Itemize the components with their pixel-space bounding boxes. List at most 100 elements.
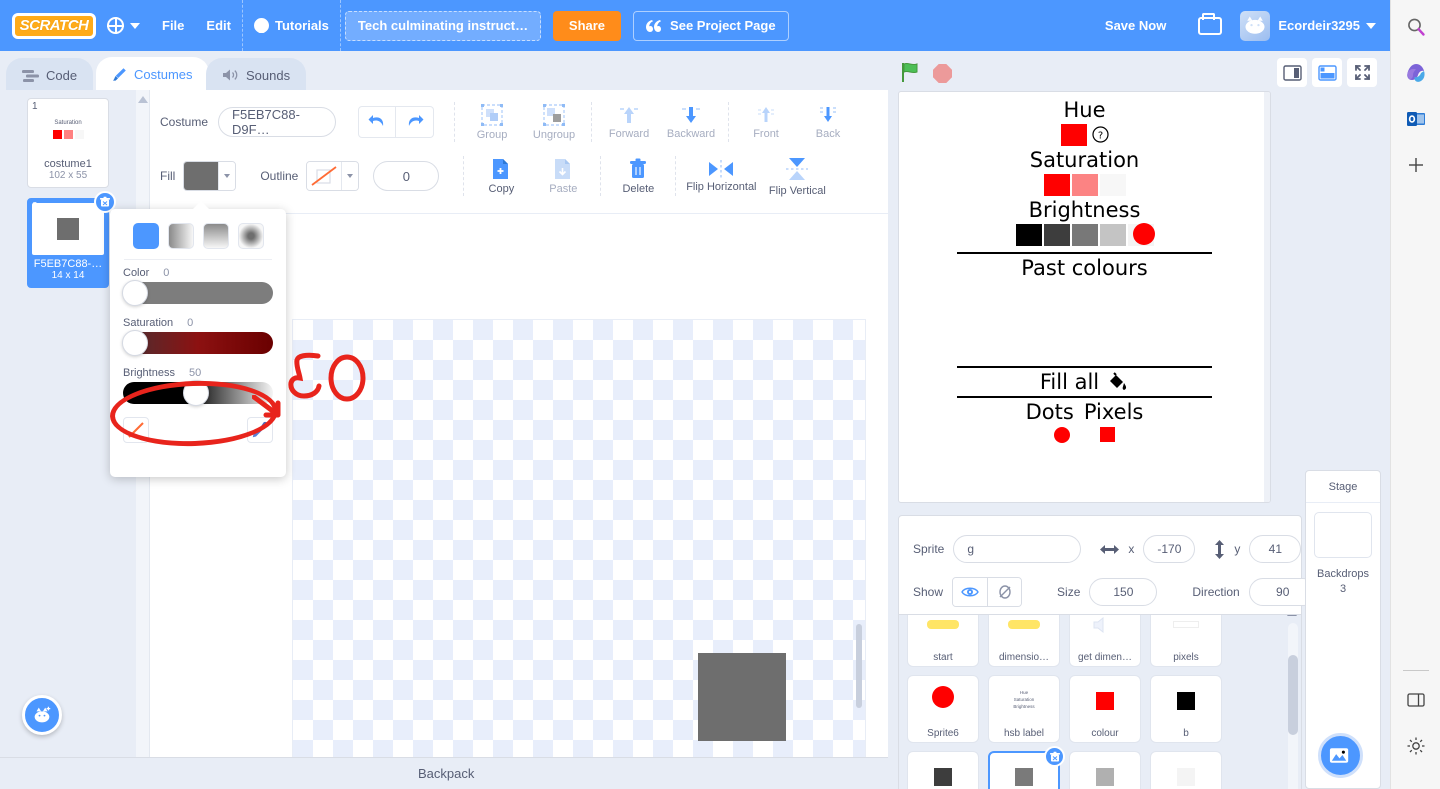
costume-item-1[interactable]: 1 Saturation costume1 102 x 55	[27, 98, 109, 188]
stop-icon[interactable]	[933, 64, 952, 83]
redo-button[interactable]	[396, 106, 434, 138]
sprite-list-scrollbar[interactable]	[1288, 623, 1298, 789]
sprite-item[interactable]: start	[907, 615, 979, 667]
tutorials-menu[interactable]: Tutorials	[243, 0, 340, 51]
group-button[interactable]: Group	[461, 104, 523, 141]
paste-button[interactable]: Paste	[532, 158, 594, 195]
plus-icon[interactable]	[1401, 150, 1431, 180]
sprite-item[interactable]: Sprite6	[907, 675, 979, 743]
sprite-name-input[interactable]: g	[953, 535, 1081, 563]
hue-swatch[interactable]	[1061, 124, 1087, 146]
sprite-item[interactable]: dg	[907, 751, 979, 789]
brightness-swatch-dark-gray[interactable]	[1044, 224, 1070, 246]
no-fill-button[interactable]	[123, 417, 149, 443]
brightness-swatch-gray[interactable]	[1072, 224, 1098, 246]
delete-button[interactable]: Delete	[607, 158, 669, 195]
size-input[interactable]: 150	[1089, 578, 1157, 606]
project-title-input[interactable]: Tech culminating instruct…	[345, 11, 541, 41]
copilot-icon[interactable]	[1401, 58, 1431, 88]
fill-mode-horizontal-gradient[interactable]	[168, 223, 194, 249]
gear-icon[interactable]	[1401, 731, 1431, 761]
show-on-button[interactable]	[953, 578, 987, 606]
folder-icon[interactable]	[1198, 17, 1222, 35]
saturation-slider-handle[interactable]	[122, 330, 148, 356]
share-button[interactable]: Share	[553, 11, 621, 41]
dots-swatch[interactable]	[1054, 427, 1070, 443]
sprite-item[interactable]: w	[1150, 751, 1222, 789]
flip-horizontal-button[interactable]: Flip Horizontal	[682, 160, 760, 193]
panel-layout-icon[interactable]	[1401, 685, 1431, 715]
scrollbar-thumb[interactable]	[1288, 655, 1298, 735]
delete-sprite-button[interactable]	[1044, 746, 1065, 767]
sprite-item-selected[interactable]: g	[988, 751, 1060, 789]
front-button[interactable]: Front	[735, 105, 797, 140]
scroll-up-arrow[interactable]	[138, 96, 148, 103]
color-picker-popup[interactable]: Color0 Saturation0 Brightness50	[110, 209, 286, 477]
saturation-swatch-100[interactable]	[1044, 174, 1070, 196]
green-flag-icon[interactable]	[900, 61, 922, 88]
forward-button[interactable]: Forward	[598, 105, 660, 140]
tab-sounds[interactable]: Sounds	[206, 58, 306, 92]
sprite-item[interactable]: colour	[1069, 675, 1141, 743]
color-slider[interactable]	[123, 282, 273, 304]
edit-menu[interactable]: Edit	[195, 0, 242, 51]
outline-width-input[interactable]: 0	[373, 161, 439, 191]
saturation-swatch-50[interactable]	[1072, 174, 1098, 196]
y-position-input[interactable]: 41	[1249, 535, 1301, 563]
fill-mode-solid[interactable]	[133, 223, 159, 249]
outlook-icon[interactable]	[1401, 104, 1431, 134]
eyedropper-button[interactable]	[247, 417, 273, 443]
sprite-item[interactable]: pixels	[1150, 615, 1222, 667]
color-slider-handle[interactable]	[122, 280, 148, 306]
copy-button[interactable]: Copy	[470, 158, 532, 195]
file-menu[interactable]: File	[151, 0, 195, 51]
account-chevron-icon[interactable]	[1366, 23, 1376, 29]
avatar[interactable]	[1240, 11, 1270, 41]
fill-mode-vertical-gradient[interactable]	[203, 223, 229, 249]
sprite-scroll-up-arrow[interactable]	[1287, 615, 1297, 616]
add-costume-button[interactable]	[22, 695, 62, 735]
paint-bucket-icon[interactable]	[1105, 371, 1129, 393]
show-off-button[interactable]	[987, 578, 1021, 606]
outline-color-picker[interactable]	[306, 161, 359, 191]
scratch-logo[interactable]: SCRATCH	[12, 13, 96, 39]
canvas-vertical-scrollbar[interactable]	[856, 624, 862, 708]
flip-vertical-button[interactable]: Flip Vertical	[760, 156, 834, 197]
search-icon[interactable]	[1401, 12, 1431, 42]
see-project-page-button[interactable]: See Project Page	[633, 11, 789, 41]
fill-color-picker[interactable]	[183, 161, 236, 191]
backward-button[interactable]: Backward	[660, 105, 722, 140]
tab-costumes[interactable]: Costumes	[96, 57, 209, 92]
costume-name-input[interactable]: F5EB7C88-D9F…	[218, 107, 336, 137]
sprite-item[interactable]: dimensio…	[988, 615, 1060, 667]
large-stage-button[interactable]	[1312, 58, 1342, 87]
backpack-bar[interactable]: Backpack	[0, 757, 888, 789]
sprite-item[interactable]: HueSaturationBrightness hsb label	[988, 675, 1060, 743]
x-position-input[interactable]: -170	[1143, 535, 1195, 563]
add-backdrop-button[interactable]	[1318, 733, 1363, 778]
fullscreen-button[interactable]	[1347, 58, 1377, 87]
tab-code[interactable]: Code	[6, 58, 93, 92]
question-mark-icon[interactable]: ?	[1092, 126, 1109, 143]
fill-dropdown-arrow[interactable]	[218, 162, 235, 190]
brightness-slider-handle[interactable]	[183, 380, 209, 406]
costume-item-2[interactable]: 2 F5EB7C88-… 14 x 14	[27, 198, 109, 288]
saturation-slider[interactable]	[123, 332, 273, 354]
pixels-swatch[interactable]	[1100, 427, 1115, 442]
undo-button[interactable]	[358, 106, 396, 138]
stage-sprite-dot[interactable]	[1133, 223, 1155, 245]
save-now-button[interactable]: Save Now	[1091, 18, 1180, 33]
back-button[interactable]: Back	[797, 105, 859, 140]
brightness-swatch-light-gray[interactable]	[1100, 224, 1126, 246]
username-label[interactable]: Ecordeir3295	[1270, 18, 1366, 33]
sprite-item[interactable]: b	[1150, 675, 1222, 743]
stage-canvas[interactable]: Hue ? Saturation Brightness	[898, 91, 1271, 503]
canvas-shape-rectangle[interactable]	[698, 653, 786, 741]
sprite-item[interactable]: lg	[1069, 751, 1141, 789]
saturation-swatch-0[interactable]	[1100, 174, 1126, 196]
small-stage-button[interactable]	[1277, 58, 1307, 87]
outline-dropdown-arrow[interactable]	[341, 162, 358, 190]
language-selector[interactable]	[96, 0, 151, 51]
brightness-slider[interactable]	[123, 382, 273, 404]
stage-backdrop-thumbnail[interactable]	[1314, 512, 1372, 558]
